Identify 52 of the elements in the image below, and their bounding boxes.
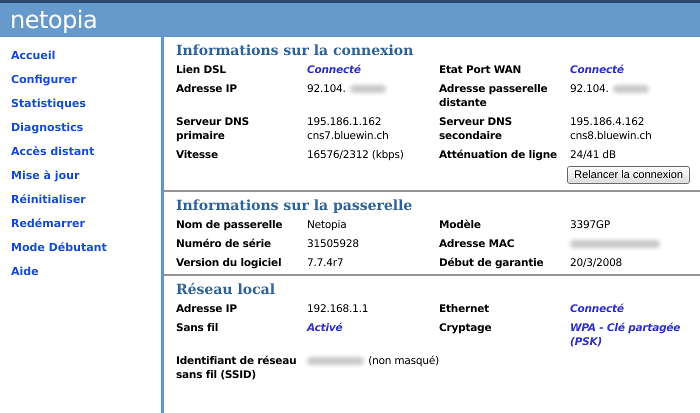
- field-label: Adresse IP: [176, 82, 238, 97]
- nav-link[interactable]: Statistiques: [0, 93, 86, 117]
- section-title: Informations sur la connexion: [176, 43, 414, 59]
- field-value: (non masqué): [368, 354, 439, 368]
- field-label: Numéro de série: [176, 237, 272, 251]
- field-label: Modèle: [439, 218, 482, 232]
- field-value: 24/41 dB: [570, 148, 616, 162]
- field-value: 195.186.1.162 cns7.bluewin.ch: [307, 115, 389, 143]
- logo: netopia: [10, 6, 98, 34]
- field-value: 16576/2312 (kbps): [307, 148, 404, 162]
- field-label: Adresse passerelle distante: [439, 82, 548, 110]
- status-value: Connecté: [570, 302, 624, 316]
- field-value: 31505928: [307, 237, 359, 251]
- field-label: Ethernet: [439, 302, 490, 316]
- field-value: 195.186.4.162 cns8.bluewin.ch: [570, 115, 652, 143]
- nav-link[interactable]: Diagnostics: [0, 117, 84, 141]
- field-value: 92.104.: [307, 82, 346, 96]
- nav-link[interactable]: Aide: [0, 261, 39, 285]
- nav-link[interactable]: Redémarrer: [0, 213, 85, 237]
- nav-link[interactable]: Configurer: [0, 69, 77, 93]
- field-label: Adresse MAC: [439, 237, 516, 251]
- field-label: Etat Port WAN: [439, 63, 522, 77]
- status-value: WPA - Clé partagée (PSK): [570, 321, 682, 349]
- field-value: 192.168.1.1: [307, 302, 368, 316]
- field-value: 7.7.4r7: [307, 256, 344, 270]
- field-label: Nom de passerelle: [176, 218, 284, 232]
- field-label: Serveur DNS secondaire: [439, 115, 514, 143]
- field-label: Adresse IP: [176, 302, 238, 316]
- field-label: Début de garantie: [439, 256, 544, 270]
- field-value: 92.104.: [570, 82, 609, 96]
- status-value: Connecté: [307, 63, 361, 77]
- field-label: Identifiant de réseau sans fil (SSID): [176, 354, 298, 382]
- nav-link[interactable]: Réinitialiser: [0, 189, 86, 213]
- field-value: 20/3/2008: [570, 256, 622, 270]
- section-title: Réseau local: [176, 282, 276, 298]
- nav-link[interactable]: Accueil: [0, 45, 56, 69]
- field-value: 3397GP: [570, 218, 610, 232]
- field-label: Cryptage: [439, 321, 492, 336]
- field-label: Lien DSL: [176, 63, 227, 77]
- field-label: Atténuation de ligne: [439, 148, 558, 162]
- field-label: Serveur DNS primaire: [176, 115, 250, 143]
- field-label: Vitesse: [176, 148, 219, 162]
- section-title: Informations sur la passerelle: [176, 198, 414, 214]
- reconnect-button[interactable]: Relancer la connexion: [567, 166, 690, 184]
- nav-link[interactable]: Mise à jour: [0, 165, 80, 189]
- nav-link[interactable]: Mode Débutant: [0, 237, 107, 261]
- status-value: Connecté: [570, 63, 624, 77]
- field-label: Sans fil: [176, 321, 220, 336]
- field-label: Version du logiciel: [176, 256, 282, 270]
- field-value: Netopia: [307, 218, 346, 232]
- status-value: Activé: [307, 321, 342, 335]
- nav-link[interactable]: Accès distant: [0, 141, 94, 165]
